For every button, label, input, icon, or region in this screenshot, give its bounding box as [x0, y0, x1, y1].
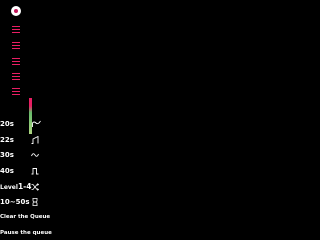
queue-item-1-icon[interactable] [12, 26, 20, 34]
shuffle-icon [31, 183, 39, 191]
clear-queue-button[interactable]: Clear the Queue [0, 214, 50, 220]
preset-22s[interactable]: 22s [0, 133, 60, 147]
queue-item-4-icon[interactable] [12, 73, 20, 81]
app-logo-icon[interactable] [11, 6, 21, 16]
preset-30s[interactable]: 30s [0, 148, 60, 162]
queue-item-5-icon[interactable] [12, 88, 20, 96]
timer-icon [32, 198, 38, 206]
preset-label: 40s [0, 167, 14, 175]
preset-40s[interactable]: 40s [0, 164, 60, 178]
square-wave-icon [31, 168, 39, 175]
ramp-wave-icon [31, 136, 39, 144]
preset-label: 20s [0, 120, 14, 128]
sine-wave-icon [31, 153, 39, 157]
preset-label-prefix: Level [0, 184, 18, 191]
preset-level-1-4[interactable]: Level1-4 [0, 180, 60, 194]
preset-10-50s[interactable]: 10~50s [0, 195, 60, 209]
preset-label: 30s [0, 151, 14, 159]
preset-label-main: 1-4 [17, 182, 32, 191]
preset-label: Level1-4 [0, 180, 32, 195]
queue-item-3-icon[interactable] [12, 58, 20, 66]
preset-label: 22s [0, 136, 14, 144]
pluck-wave-icon [32, 120, 41, 127]
queue-item-2-icon[interactable] [12, 42, 20, 50]
logo-dot [14, 9, 18, 13]
pause-queue-button[interactable]: Pause the queue [0, 230, 52, 236]
preset-20s[interactable]: 20s [0, 117, 60, 131]
preset-label: 10~50s [0, 198, 30, 206]
